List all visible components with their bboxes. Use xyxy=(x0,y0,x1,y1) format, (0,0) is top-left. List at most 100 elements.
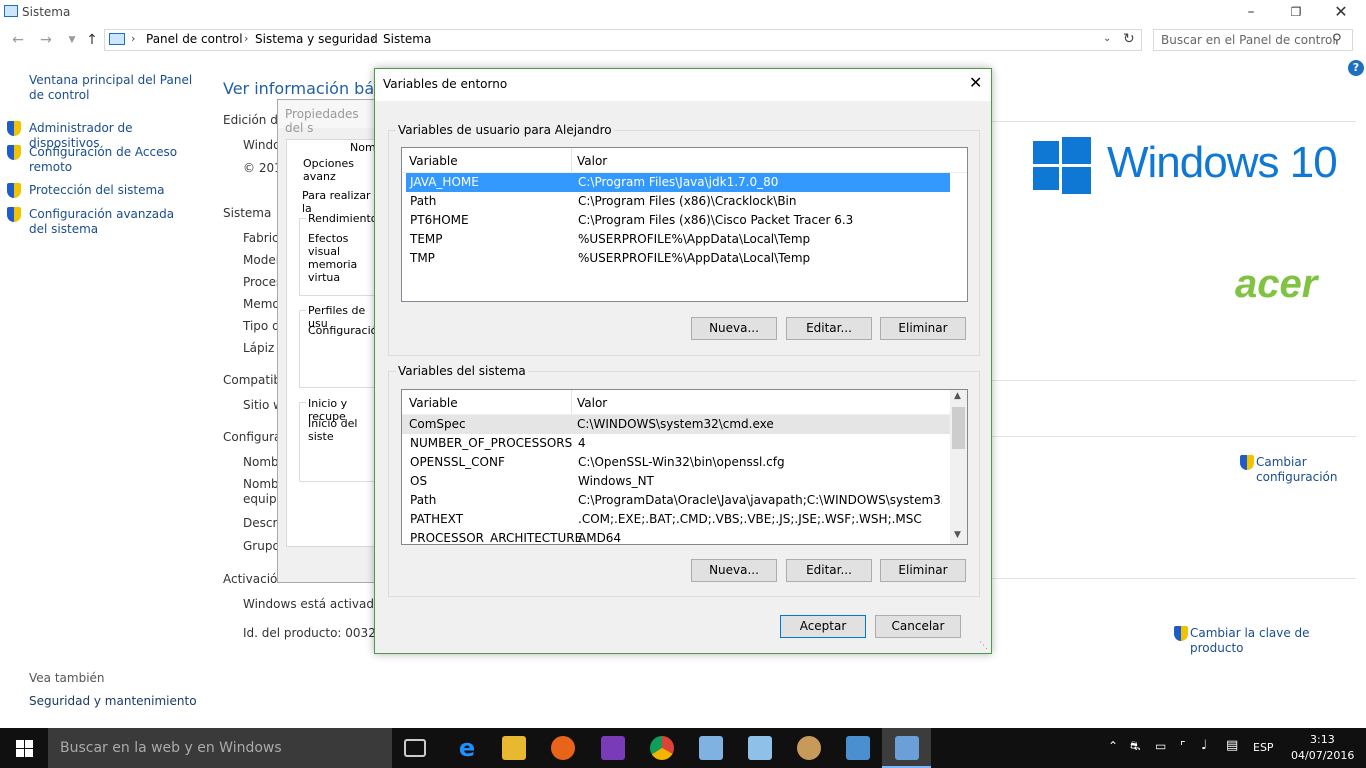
recent-chevron-icon[interactable]: ▼ xyxy=(62,30,82,50)
edge-icon[interactable]: e xyxy=(455,736,479,760)
divider xyxy=(992,121,1356,122)
up-arrow-icon[interactable]: ↑ xyxy=(82,30,102,50)
edition-label: Edición de xyxy=(223,113,286,127)
security-maintenance-link[interactable]: Seguridad y mantenimiento xyxy=(29,694,197,709)
notifications-icon[interactable]: ▤ xyxy=(1226,738,1238,753)
advanced-settings-link[interactable]: Configuración avanzada del sistema xyxy=(29,207,189,237)
visual-studio-icon[interactable] xyxy=(601,736,625,760)
system-new-button[interactable]: Nueva... xyxy=(691,559,777,582)
acer-logo: acer xyxy=(1235,262,1318,306)
tab-advanced[interactable]: Opciones avanz xyxy=(303,157,376,183)
dialog-close-icon[interactable]: ✕ xyxy=(969,73,982,92)
col-value[interactable]: Valor xyxy=(577,396,607,410)
breadcrumb-panel[interactable]: Panel de control xyxy=(146,32,243,46)
user-delete-button[interactable]: Eliminar xyxy=(880,317,966,340)
control-panel-home-link[interactable]: Ventana principal del Panel de control xyxy=(29,73,199,103)
close-button[interactable]: ✕ xyxy=(1318,0,1364,26)
minimize-button[interactable]: – xyxy=(1228,0,1274,26)
clock-time[interactable]: 3:13 xyxy=(1310,733,1335,746)
product-id: Id. del producto: 00327-3 xyxy=(243,626,396,640)
table-row[interactable]: NUMBER_OF_PROCESSORS 4 xyxy=(406,434,950,453)
props-title: Propiedades del s xyxy=(285,107,359,135)
cancel-button[interactable]: Cancelar xyxy=(875,615,961,638)
file-explorer-icon[interactable] xyxy=(502,736,526,760)
notes-app-icon[interactable] xyxy=(748,736,772,760)
task-view-icon[interactable] xyxy=(404,739,426,757)
search-box[interactable]: Buscar en el Panel de control ⚲ xyxy=(1153,29,1353,51)
windows10-logo: Windows 10 xyxy=(1107,138,1338,187)
table-row[interactable]: ComSpec C:\WINDOWS\system32\cmd.exe xyxy=(402,415,950,434)
breadcrumb-system[interactable]: Sistema xyxy=(383,32,431,46)
remote-access-link[interactable]: Configuración de Acceso remoto xyxy=(29,145,179,175)
tray-chevron-up-icon[interactable]: ⌃ xyxy=(1108,739,1118,753)
performance-text: Efectos visual memoria virtua xyxy=(308,232,358,284)
wifi-icon[interactable]: ⌜ xyxy=(1180,739,1186,753)
table-row[interactable]: PATHEXT .COM;.EXE;.BAT;.CMD;.VBS;.VBE;.JS… xyxy=(406,510,950,529)
shield-icon xyxy=(7,183,21,198)
taskbar-search-input[interactable]: Buscar en la web y en Windows xyxy=(60,740,282,756)
scroll-up-icon[interactable]: ▲ xyxy=(954,391,961,401)
firefox-icon[interactable] xyxy=(551,736,575,760)
col-variable[interactable]: Variable xyxy=(409,154,458,168)
profiles-text: Configuración xyxy=(308,324,385,337)
user-edit-button[interactable]: Editar... xyxy=(786,317,872,340)
see-also-heading: Vea también xyxy=(29,671,105,685)
table-row[interactable]: PROCESSOR_ARCHITECTURE AMD64 xyxy=(406,529,950,544)
dropdown-chevron-icon[interactable]: ⌄ xyxy=(1103,33,1111,44)
compat-label: Compatib xyxy=(223,373,282,387)
system-edit-button[interactable]: Editar... xyxy=(786,559,872,582)
help-icon[interactable]: ? xyxy=(1348,60,1364,76)
address-bar[interactable]: › Panel de control › Sistema y seguridad… xyxy=(104,29,1142,51)
scroll-thumb[interactable] xyxy=(952,407,965,449)
scrollbar[interactable]: ▲ ▼ xyxy=(950,390,967,544)
search-input[interactable]: Buscar en el Panel de control xyxy=(1161,33,1336,47)
change-settings-link[interactable]: Cambiar configuración xyxy=(1256,455,1346,485)
paint-icon[interactable] xyxy=(797,736,821,760)
system-properties-dialog: Propiedades del s Nomb Opciones avanz Pa… xyxy=(277,99,384,583)
table-row[interactable]: TEMP %USERPROFILE%\AppData\Local\Temp xyxy=(406,230,950,249)
system-label: Sistema xyxy=(223,206,272,220)
breadcrumb-chevron-icon[interactable]: › xyxy=(131,32,135,45)
scroll-down-icon[interactable]: ▼ xyxy=(954,530,961,540)
battery-icon[interactable]: ▭ xyxy=(1155,739,1166,753)
taskbar-search[interactable]: Buscar en la web y en Windows xyxy=(48,728,392,768)
workgroup-row: Grupo xyxy=(243,539,280,553)
divider xyxy=(992,436,1356,437)
table-row[interactable]: TMP %USERPROFILE%\AppData\Local\Temp xyxy=(406,249,950,268)
col-value[interactable]: Valor xyxy=(577,154,607,168)
control-panel-app-icon[interactable] xyxy=(846,736,870,760)
breadcrumb-chevron-icon[interactable]: › xyxy=(371,32,375,45)
back-arrow-icon[interactable]: ← xyxy=(8,30,28,50)
tray-security-icon[interactable]: ⛐ xyxy=(1130,739,1140,755)
config-label: Configura xyxy=(223,430,282,444)
table-row[interactable]: OPENSSL_CONF C:\OpenSSL-Win32\bin\openssl… xyxy=(406,453,950,472)
table-row[interactable]: PT6HOME C:\Program Files (x86)\Cisco Pack… xyxy=(406,211,950,230)
clock-date[interactable]: 04/07/2016 xyxy=(1291,749,1354,762)
search-icon[interactable]: ⚲ xyxy=(1332,32,1342,47)
change-product-key-link[interactable]: Cambiar la clave de producto xyxy=(1190,626,1366,656)
forward-arrow-icon[interactable]: → xyxy=(36,30,56,50)
system-vars-list[interactable]: Variable Valor ComSpec C:\WINDOWS\system3… xyxy=(401,389,968,545)
system-protection-link[interactable]: Protección del sistema xyxy=(29,183,204,198)
col-variable[interactable]: Variable xyxy=(409,396,458,410)
table-row[interactable]: OS Windows_NT xyxy=(406,472,950,491)
breadcrumb-chevron-icon[interactable]: › xyxy=(244,32,248,45)
volume-icon[interactable]: ♩ xyxy=(1201,738,1207,753)
user-new-button[interactable]: Nueva... xyxy=(691,317,777,340)
breadcrumb-security[interactable]: Sistema y seguridad xyxy=(255,32,378,46)
resize-grip-icon[interactable]: ⋱ xyxy=(979,641,988,651)
maximize-button[interactable]: ❐ xyxy=(1273,0,1319,26)
table-row[interactable]: JAVA_HOME C:\Program Files\Java\jdk1.7.0_… xyxy=(406,173,950,192)
table-row[interactable]: Path C:\Program Files (x86)\Cracklock\Bin xyxy=(406,192,950,211)
shield-icon xyxy=(7,207,21,222)
system-delete-button[interactable]: Eliminar xyxy=(880,559,966,582)
start-icon[interactable] xyxy=(16,740,34,758)
refresh-icon[interactable]: ↻ xyxy=(1123,31,1135,47)
table-row[interactable]: Path C:\ProgramData\Oracle\Java\javapath;… xyxy=(406,491,950,510)
language-indicator[interactable]: ESP xyxy=(1253,741,1274,754)
user-vars-list[interactable]: Variable Valor JAVA_HOME C:\Program Files… xyxy=(401,147,968,302)
virtualbox-icon[interactable] xyxy=(699,736,723,760)
ok-button[interactable]: Aceptar xyxy=(780,615,866,638)
chrome-icon[interactable] xyxy=(650,736,674,760)
system-window-icon[interactable] xyxy=(895,736,919,760)
